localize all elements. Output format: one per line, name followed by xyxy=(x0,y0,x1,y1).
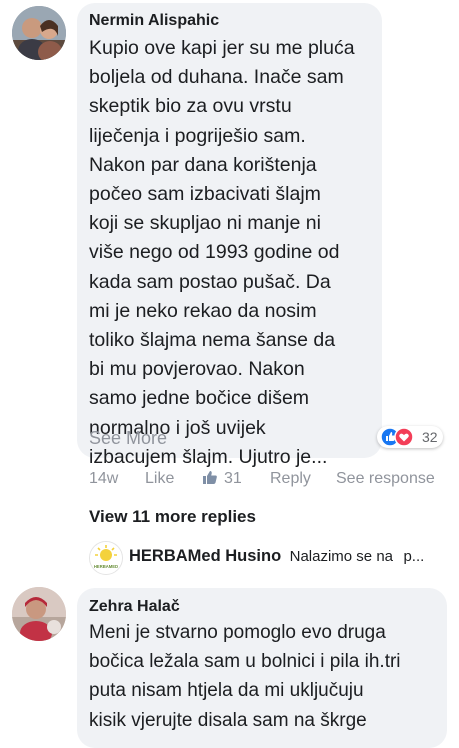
reaction-icons xyxy=(380,427,414,447)
comment-line: liječenja i pogriješio sam. xyxy=(89,124,306,147)
comment-line: boljela od duhana. Inače sam xyxy=(89,66,344,89)
herbamed-logo-icon: HERBAMED xyxy=(90,542,122,574)
reply-author[interactable]: HERBAMed Husino xyxy=(129,547,281,565)
logo-text: HERBAMED xyxy=(94,564,118,569)
see-more-link[interactable]: See More xyxy=(89,428,167,449)
like-button[interactable]: Like xyxy=(145,470,174,488)
comment-line: toliko šlajma nema šanse da xyxy=(89,329,336,352)
comment-text: Meni je stvarno pomoglo evo druga bočica… xyxy=(89,618,401,735)
reply-preview[interactable]: HERBAMed Husino Nalazimo se na p... xyxy=(129,547,424,566)
comment-line: kisik vjerujte disala sam na škrge xyxy=(89,709,367,731)
comment-line: Meni je stvarno pomoglo evo druga xyxy=(89,622,386,643)
love-reaction-icon xyxy=(394,427,414,447)
comment-line: puta nisam htjela da mi uključuju xyxy=(89,680,364,702)
view-more-replies-link[interactable]: View 11 more replies xyxy=(89,507,256,527)
comment-timestamp[interactable]: 14w xyxy=(89,470,118,488)
comment-author[interactable]: Nermin Alispahic xyxy=(89,12,219,30)
comment-line: skeptik bio za ovu vrstu xyxy=(89,95,292,118)
see-response-link[interactable]: See response xyxy=(336,470,435,488)
avatar-photo-icon xyxy=(12,587,66,641)
comment-line: koji se skupljao ni manje ni xyxy=(89,212,321,235)
like-count-value: 31 xyxy=(224,470,242,487)
reply-button[interactable]: Reply xyxy=(270,470,311,488)
reaction-count: 32 xyxy=(422,429,438,445)
comment-line: bočica ležala sam u bolnici i pila ih.tr… xyxy=(89,651,401,673)
like-count[interactable]: 31 xyxy=(202,469,242,488)
reply-ellipsis: p... xyxy=(403,548,425,565)
comment-line: bi mu povjerovao. Nakon xyxy=(89,358,305,381)
comment-author[interactable]: Zehra Halač xyxy=(89,598,180,616)
comment-line: počeo sam izbacivati šlajm xyxy=(89,183,321,206)
comment-actions: 14w Like 31 Reply See response xyxy=(89,470,449,492)
comment-line: Nakon par dana korištenja xyxy=(89,153,317,176)
thumbs-up-icon xyxy=(203,471,217,484)
comment-line: mi je neko rekao da nosim xyxy=(89,299,317,322)
comment-text: Kupio ove kapi jer su me pluća boljela o… xyxy=(89,34,355,472)
avatar-photo-icon xyxy=(12,6,66,60)
comment-line: Kupio ove kapi jer su me pluća xyxy=(89,37,355,59)
comment-line: samo jedne bočice dišem xyxy=(89,387,310,410)
page-avatar[interactable]: HERBAMED xyxy=(89,541,123,575)
comment-line: više nego od 1993 godine od xyxy=(89,241,340,264)
reply-text: Nalazimo se na xyxy=(289,548,394,565)
avatar[interactable] xyxy=(12,587,66,641)
avatar[interactable] xyxy=(12,6,66,60)
comment-line: kada sam postao pušač. Da xyxy=(89,270,331,293)
reactions-badge[interactable]: 32 xyxy=(377,426,443,448)
